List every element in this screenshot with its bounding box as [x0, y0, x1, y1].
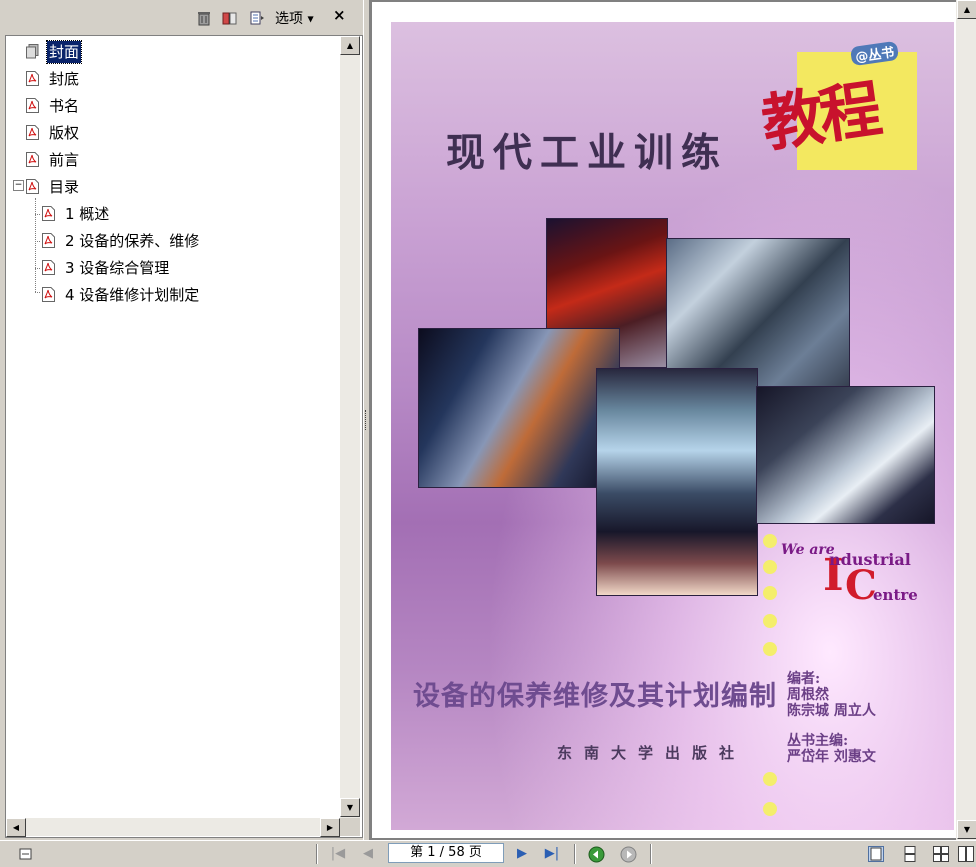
go-back-icon[interactable] [588, 846, 605, 863]
continuous-view-icon[interactable] [902, 846, 918, 862]
decorative-dot [763, 614, 777, 628]
previous-page-icon[interactable]: ◀ [358, 845, 378, 863]
pdf-page-icon [42, 287, 55, 302]
pdf-page-icon [26, 152, 39, 167]
splitter-grip[interactable] [365, 410, 369, 430]
separator [574, 844, 576, 864]
cover-photo-laser-cutter [596, 368, 758, 596]
bookmarks-horizontal-scrollbar[interactable]: ◀ ▶ [6, 818, 340, 837]
decorative-dot [763, 586, 777, 600]
document-view: @丛书 现代工业训练 教程 We are I ndustrial C entre [370, 0, 976, 840]
book-cover: @丛书 现代工业训练 教程 We are I ndustrial C entre [391, 22, 954, 830]
pdf-page-icon [26, 71, 39, 86]
scroll-down-arrow-icon[interactable]: ▼ [340, 798, 360, 817]
bookmarks-vertical-scrollbar[interactable]: ▲ ▼ [340, 36, 360, 818]
status-bar: |◀ ◀ 第 1 / 58 页 ▶ ▶| [0, 840, 976, 866]
pages-icon [26, 44, 39, 59]
credit-editor-names: 陈宗城 周立人 [787, 703, 876, 719]
pdf-page-icon [26, 125, 39, 140]
decorative-dot [763, 642, 777, 656]
pdf-page-icon [26, 98, 39, 113]
bookmarks-tree: 封面 封底 书名 版权 前言 − 目录 1 概述 2 设备的保养、维修 3 设备… [13, 40, 200, 304]
bookmarks-panel: 选项 ▼ × 封面 封底 书名 版权 前言 − 目录 1 概述 2 设备的保养、… [0, 0, 363, 840]
close-panel-button[interactable]: × [333, 6, 346, 24]
decorative-dot [763, 534, 777, 548]
bookmarks-toolbar: 选项 ▼ × [0, 0, 363, 34]
scroll-up-arrow-icon[interactable]: ▲ [957, 0, 976, 19]
panel-splitter[interactable] [363, 0, 370, 840]
cover-main-title: 现代工业训练 [446, 130, 729, 176]
industrial-centre-logo: We are I ndustrial C entre [781, 542, 918, 609]
document-vertical-scrollbar[interactable]: ▲ ▼ [956, 0, 976, 840]
pdf-page-icon [42, 233, 55, 248]
delete-icon[interactable] [196, 10, 212, 26]
scrollbar-corner [340, 818, 360, 836]
single-page-view-icon[interactable] [868, 846, 884, 862]
credit-series-editor-names: 严岱年 刘惠文 [787, 749, 876, 765]
cover-subtitle: 设备的保养维修及其计划编制 [413, 681, 777, 712]
scroll-left-arrow-icon[interactable]: ◀ [6, 818, 26, 837]
pdf-page: @丛书 现代工业训练 教程 We are I ndustrial C entre [372, 2, 970, 838]
cover-photo-welding [756, 386, 935, 524]
cover-title-accent: 教程 [757, 72, 883, 161]
separator [316, 844, 318, 864]
continuous-facing-view-icon[interactable] [958, 846, 974, 862]
last-page-icon[interactable]: ▶| [542, 845, 562, 863]
go-forward-icon[interactable] [620, 846, 637, 863]
cover-publisher: 东南大学出版社 [557, 744, 747, 762]
pdf-page-icon [26, 179, 39, 194]
pdf-page-icon [42, 260, 55, 275]
scroll-up-arrow-icon[interactable]: ▲ [340, 36, 360, 55]
bookmark-properties-icon[interactable] [249, 10, 265, 26]
decorative-dot [763, 772, 777, 786]
page-icon[interactable] [18, 846, 34, 862]
scroll-down-arrow-icon[interactable]: ▼ [957, 820, 976, 839]
separator [650, 844, 652, 864]
first-page-icon[interactable]: |◀ [328, 845, 348, 863]
decorative-dot [763, 802, 777, 816]
page-number-field[interactable]: 第 1 / 58 页 [388, 843, 504, 863]
next-page-icon[interactable]: ▶ [512, 845, 532, 863]
collapse-toggle[interactable]: − [13, 180, 24, 191]
pdf-page-icon [42, 206, 55, 221]
scroll-right-arrow-icon[interactable]: ▶ [320, 818, 340, 837]
decorative-dot [763, 560, 777, 574]
new-bookmark-icon[interactable] [222, 10, 238, 26]
options-menu[interactable]: 选项 ▼ [275, 8, 314, 28]
tree-connector [35, 198, 36, 292]
cover-photo-worker [418, 328, 620, 488]
facing-view-icon[interactable] [933, 846, 949, 862]
bookmarks-tree-container: 封面 封底 书名 版权 前言 − 目录 1 概述 2 设备的保养、维修 3 设备… [5, 35, 363, 838]
